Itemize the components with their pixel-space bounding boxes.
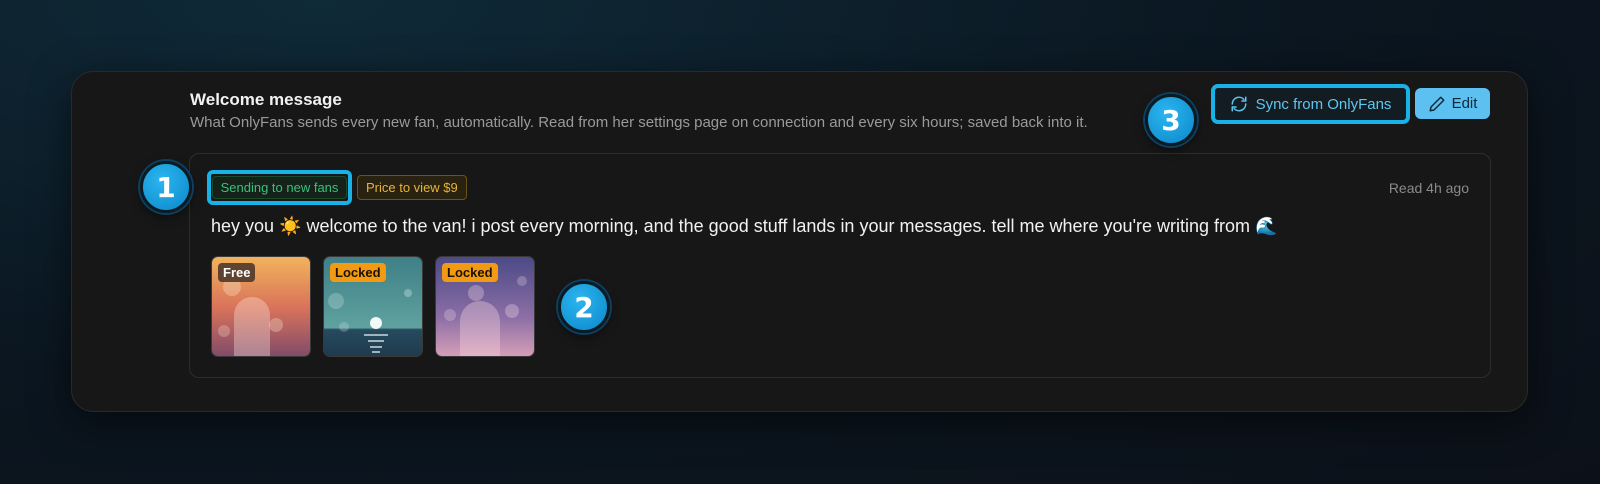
refresh-icon (1231, 96, 1247, 112)
media-thumbnail[interactable]: Locked (323, 256, 423, 357)
edit-button[interactable]: Edit (1415, 88, 1490, 119)
media-thumbnail[interactable]: Free (211, 256, 311, 357)
section-description: What OnlyFans sends every new fan, autom… (190, 114, 1088, 131)
sync-from-onlyfans-button[interactable]: Sync from OnlyFans (1211, 84, 1410, 124)
read-timestamp: Read 4h ago (1388, 180, 1469, 196)
annotation-marker-3: 3 (1145, 94, 1197, 146)
media-tag: Locked (442, 263, 498, 282)
section-title: Welcome message (190, 90, 342, 109)
pencil-icon (1429, 96, 1445, 111)
price-badge: Price to view $9 (357, 175, 467, 200)
annotation-marker-2: 2 (558, 281, 610, 333)
media-tag: Free (218, 263, 256, 282)
message-text: hey you ☀️ welcome to the van! i post ev… (211, 216, 1278, 236)
annotation-marker-1: 1 (140, 161, 192, 213)
edit-button-label: Edit (1451, 95, 1478, 112)
status-badge: Sending to new fans (211, 176, 348, 199)
media-thumbnail[interactable]: Locked (435, 256, 535, 357)
media-tag: Locked (330, 263, 386, 282)
sync-button-label: Sync from OnlyFans (1255, 95, 1392, 113)
status-badge-highlight: Sending to new fans (207, 170, 352, 205)
